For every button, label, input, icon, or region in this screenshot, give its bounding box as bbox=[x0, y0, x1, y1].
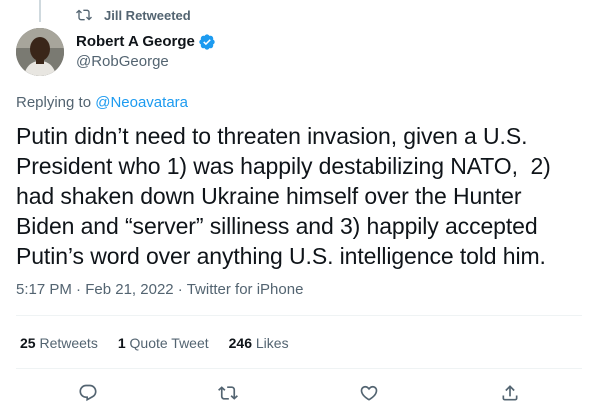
display-name-row: Robert A George bbox=[76, 32, 216, 52]
tweet-metadata: 5:17 PM · Feb 21, 2022 · Twitter for iPh… bbox=[16, 280, 303, 300]
like-icon bbox=[360, 385, 378, 401]
meta-separator: · bbox=[71, 281, 86, 298]
reply-icon bbox=[79, 384, 97, 402]
retweets-label: Retweets bbox=[35, 335, 98, 351]
retweet-icon bbox=[76, 9, 92, 21]
retweet-icon bbox=[218, 386, 238, 400]
verified-badge-icon bbox=[199, 34, 215, 50]
tweet-source[interactable]: Twitter for iPhone bbox=[187, 281, 304, 298]
like-button[interactable] bbox=[352, 378, 386, 408]
retweets-stat[interactable]: 25 Retweets bbox=[20, 333, 98, 353]
reply-mention-link[interactable]: @Neoavatara bbox=[95, 94, 188, 111]
retweets-count: 25 bbox=[20, 335, 36, 351]
share-button[interactable] bbox=[493, 378, 527, 408]
user-handle[interactable]: @RobGeorge bbox=[76, 52, 216, 72]
tweet-date[interactable]: Feb 21, 2022 bbox=[85, 281, 173, 298]
retweet-button[interactable] bbox=[211, 378, 245, 408]
avatar[interactable] bbox=[16, 28, 64, 76]
share-icon bbox=[502, 385, 518, 401]
divider bbox=[16, 368, 582, 369]
user-info: Robert A George @RobGeorge bbox=[76, 32, 216, 72]
engagement-stats: 25 Retweets 1 Quote Tweet 246 Likes bbox=[20, 333, 309, 353]
quote-tweets-stat[interactable]: 1 Quote Tweet bbox=[118, 333, 209, 353]
action-bar bbox=[0, 378, 598, 408]
thread-line bbox=[39, 0, 41, 22]
quote-tweets-count: 1 bbox=[117, 335, 126, 351]
display-name[interactable]: Robert A George bbox=[76, 32, 195, 52]
likes-count: 246 bbox=[228, 335, 252, 351]
reply-button[interactable] bbox=[71, 378, 105, 408]
tweet-time[interactable]: 5:17 PM bbox=[16, 281, 72, 298]
retweet-label[interactable]: Jill Retweeted bbox=[104, 8, 191, 23]
tweet-text: Putin didn’t need to threaten invasion, … bbox=[16, 123, 558, 269]
divider bbox=[16, 315, 582, 316]
retweet-context: Jill Retweeted bbox=[76, 7, 191, 23]
quote-tweets-label: Quote Tweet bbox=[125, 335, 209, 351]
replying-to: Replying to @Neoavatara bbox=[16, 93, 188, 113]
likes-label: Likes bbox=[252, 335, 289, 351]
replying-prefix: Replying to bbox=[16, 94, 96, 111]
meta-separator: · bbox=[173, 281, 187, 298]
likes-stat[interactable]: 246 Likes bbox=[229, 333, 289, 353]
